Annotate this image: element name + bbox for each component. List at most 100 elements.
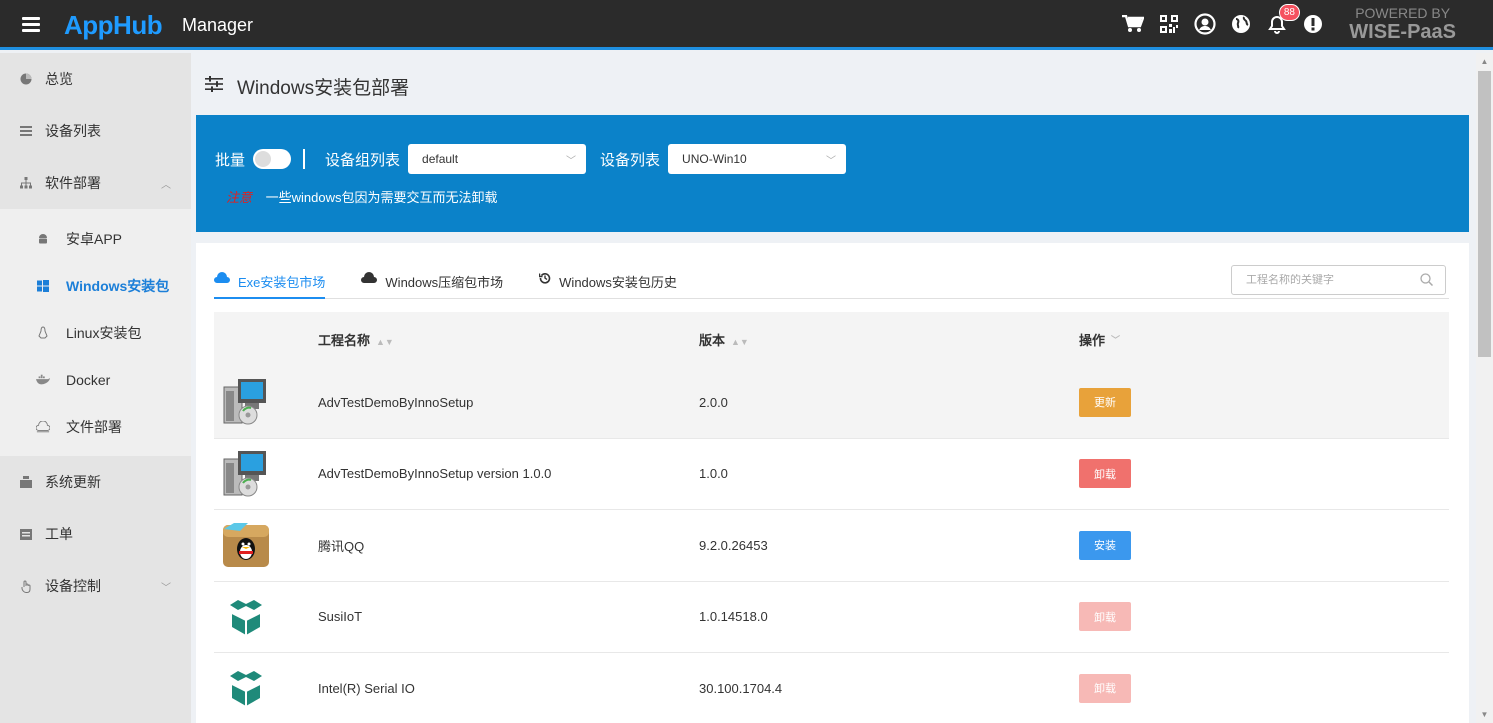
chevron-down-icon: ﹀ xyxy=(826,156,837,167)
search-box xyxy=(1231,265,1446,295)
device-select-value: UNO-Win10 xyxy=(682,152,747,166)
cloud-icon xyxy=(361,272,378,287)
tab-zip-market[interactable]: Windows压缩包市场 xyxy=(361,265,503,299)
android-icon xyxy=(36,232,50,246)
docker-icon xyxy=(36,373,50,387)
uninstall-button[interactable]: 卸载 xyxy=(1079,459,1131,489)
sliders-icon xyxy=(205,75,223,98)
uninstall-button[interactable]: 卸载 xyxy=(1079,673,1131,703)
scroll-up-arrow-icon[interactable]: ▲ xyxy=(1476,53,1493,70)
column-header-label: 版本 xyxy=(699,333,726,348)
sidebar-item-label: 系统更新 xyxy=(45,474,101,490)
globe-icon[interactable] xyxy=(1229,12,1253,36)
sub-item-label: Docker xyxy=(66,371,111,388)
sidebar-item-system-update[interactable]: 系统更新 xyxy=(0,456,191,508)
batch-toggle[interactable] xyxy=(253,149,292,169)
cloud-icon xyxy=(36,420,50,434)
sitemap-icon xyxy=(19,176,33,190)
qrcode-icon[interactable] xyxy=(1157,12,1181,36)
package-card: Exe安装包市场 Windows压缩包市场 Windows安装包历史 工程名称 ▲… xyxy=(196,243,1469,723)
divider xyxy=(303,149,306,169)
sub-item-label: Linux安装包 xyxy=(66,324,142,341)
user-icon[interactable] xyxy=(1193,12,1217,36)
sidebar-item-android-app[interactable]: 安卓APP xyxy=(0,215,191,262)
top-bar: AppHub Manager 88 POWERED BY WISE-PaaS xyxy=(0,0,1493,50)
alert-icon[interactable] xyxy=(1301,12,1325,36)
package-name: Intel(R) Serial IO xyxy=(318,680,415,696)
sidebar-item-device-control[interactable]: 设备控制 ﹀ xyxy=(0,560,191,612)
device-list-label: 设备列表 xyxy=(600,151,661,169)
column-header-name[interactable]: 工程名称 ▲▼ xyxy=(318,330,699,349)
group-select-value: default xyxy=(422,152,459,166)
sidebar-item-linux-package[interactable]: Linux安装包 xyxy=(0,309,191,356)
hand-icon xyxy=(19,579,33,593)
package-table: 工程名称 ▲▼ 版本 ▲▼ 操作 ﹀ AdvTestDemoByInnoSetup 2… xyxy=(214,312,1449,723)
sidebar-item-label: 设备列表 xyxy=(45,123,101,139)
cloud-upload-icon xyxy=(214,272,230,287)
sort-icon[interactable]: ▲▼ xyxy=(376,337,394,347)
sidebar-item-label: 设备控制 xyxy=(45,578,101,594)
page-title: Windows安装包部署 xyxy=(205,73,409,100)
notice: 注意 一些windows包因为需要交互而无法卸载 xyxy=(226,187,498,206)
batch-label: 批量 xyxy=(215,151,246,169)
scrollbar-thumb[interactable] xyxy=(1478,71,1491,357)
sidebar-item-file-deploy[interactable]: 文件部署 xyxy=(0,403,191,450)
chevron-down-icon: ﹀ xyxy=(566,156,577,167)
update-icon xyxy=(19,475,33,489)
group-select[interactable]: default ﹀ xyxy=(408,144,587,174)
bell-icon[interactable]: 88 xyxy=(1265,4,1300,36)
calendar-icon xyxy=(19,527,33,541)
windows-icon xyxy=(36,279,50,293)
sidebar-item-docker[interactable]: Docker xyxy=(0,356,191,403)
sort-icon[interactable]: ▲▼ xyxy=(731,337,749,347)
search-icon[interactable] xyxy=(1420,273,1434,289)
powered-line2: WISE-PaaS xyxy=(1349,21,1456,43)
tab-exe-market[interactable]: Exe安装包市场 xyxy=(214,265,326,299)
powered-by-logo: POWERED BY WISE-PaaS xyxy=(1349,5,1456,44)
chevron-down-icon[interactable]: ﹀ xyxy=(1111,333,1120,346)
search-input[interactable] xyxy=(1246,274,1416,286)
brand-logo[interactable]: AppHub xyxy=(64,10,163,41)
package-name: AdvTestDemoByInnoSetup version 1.0.0 xyxy=(318,466,552,482)
scroll-down-arrow-icon[interactable]: ▼ xyxy=(1476,706,1493,723)
notification-badge: 88 xyxy=(1278,4,1300,21)
column-header-label: 工程名称 xyxy=(318,333,371,348)
sub-item-label: Windows安装包 xyxy=(66,277,170,294)
page-title-text: Windows安装包部署 xyxy=(237,78,410,99)
hamburger-menu-icon[interactable] xyxy=(22,17,40,33)
table-header: 工程名称 ▲▼ 版本 ▲▼ 操作 ﹀ xyxy=(214,312,1449,367)
package-version: 30.100.1704.4 xyxy=(699,680,783,696)
sidebar-item-windows-package[interactable]: Windows安装包 xyxy=(0,262,191,309)
device-select[interactable]: UNO-Win10 ﹀ xyxy=(668,144,847,174)
sidebar-item-device-list[interactable]: 设备列表 xyxy=(0,105,191,157)
sub-item-label: 文件部署 xyxy=(66,418,122,435)
sidebar-item-label: 总览 xyxy=(45,71,73,87)
group-list-label: 设备组列表 xyxy=(325,151,401,169)
update-button[interactable]: 更新 xyxy=(1079,387,1131,417)
sidebar-item-work-order[interactable]: 工单 xyxy=(0,508,191,560)
column-header-action[interactable]: 操作 ﹀ xyxy=(1079,330,1449,349)
sub-item-label: 安卓APP xyxy=(66,230,123,247)
pie-chart-icon xyxy=(19,72,33,86)
chevron-up-icon: ︿ xyxy=(161,179,171,191)
table-row: SusiIoT 1.0.14518.0 卸载 xyxy=(214,582,1449,653)
qq-icon xyxy=(214,521,318,569)
chevron-down-icon: ﹀ xyxy=(161,582,171,594)
tab-history[interactable]: Windows安装包历史 xyxy=(538,265,677,299)
cart-icon[interactable] xyxy=(1121,12,1145,36)
scrollbar[interactable]: ▲ ▼ xyxy=(1476,53,1493,723)
powered-line1: POWERED BY xyxy=(1355,5,1451,21)
package-version: 1.0.14518.0 xyxy=(699,609,768,625)
package-name: 腾讯QQ xyxy=(318,538,365,554)
table-row: 腾讯QQ 9.2.0.26453 安装 xyxy=(214,510,1449,582)
sidebar-item-software-deploy[interactable]: 软件部署 ︿ xyxy=(0,157,191,209)
sidebar-item-overview[interactable]: 总览 xyxy=(0,53,191,105)
filter-panel: 批量 设备组列表 default ﹀ 设备列表 UNO-Win10 ﹀ 注意 一… xyxy=(196,115,1469,232)
linux-icon xyxy=(36,326,50,340)
table-row: AdvTestDemoByInnoSetup version 1.0.0 1.0… xyxy=(214,439,1449,510)
install-button[interactable]: 安装 xyxy=(1079,530,1131,560)
list-icon xyxy=(19,124,33,138)
notice-tag: 注意 xyxy=(226,190,253,205)
uninstall-button[interactable]: 卸载 xyxy=(1079,602,1131,632)
column-header-version[interactable]: 版本 ▲▼ xyxy=(699,330,1079,349)
